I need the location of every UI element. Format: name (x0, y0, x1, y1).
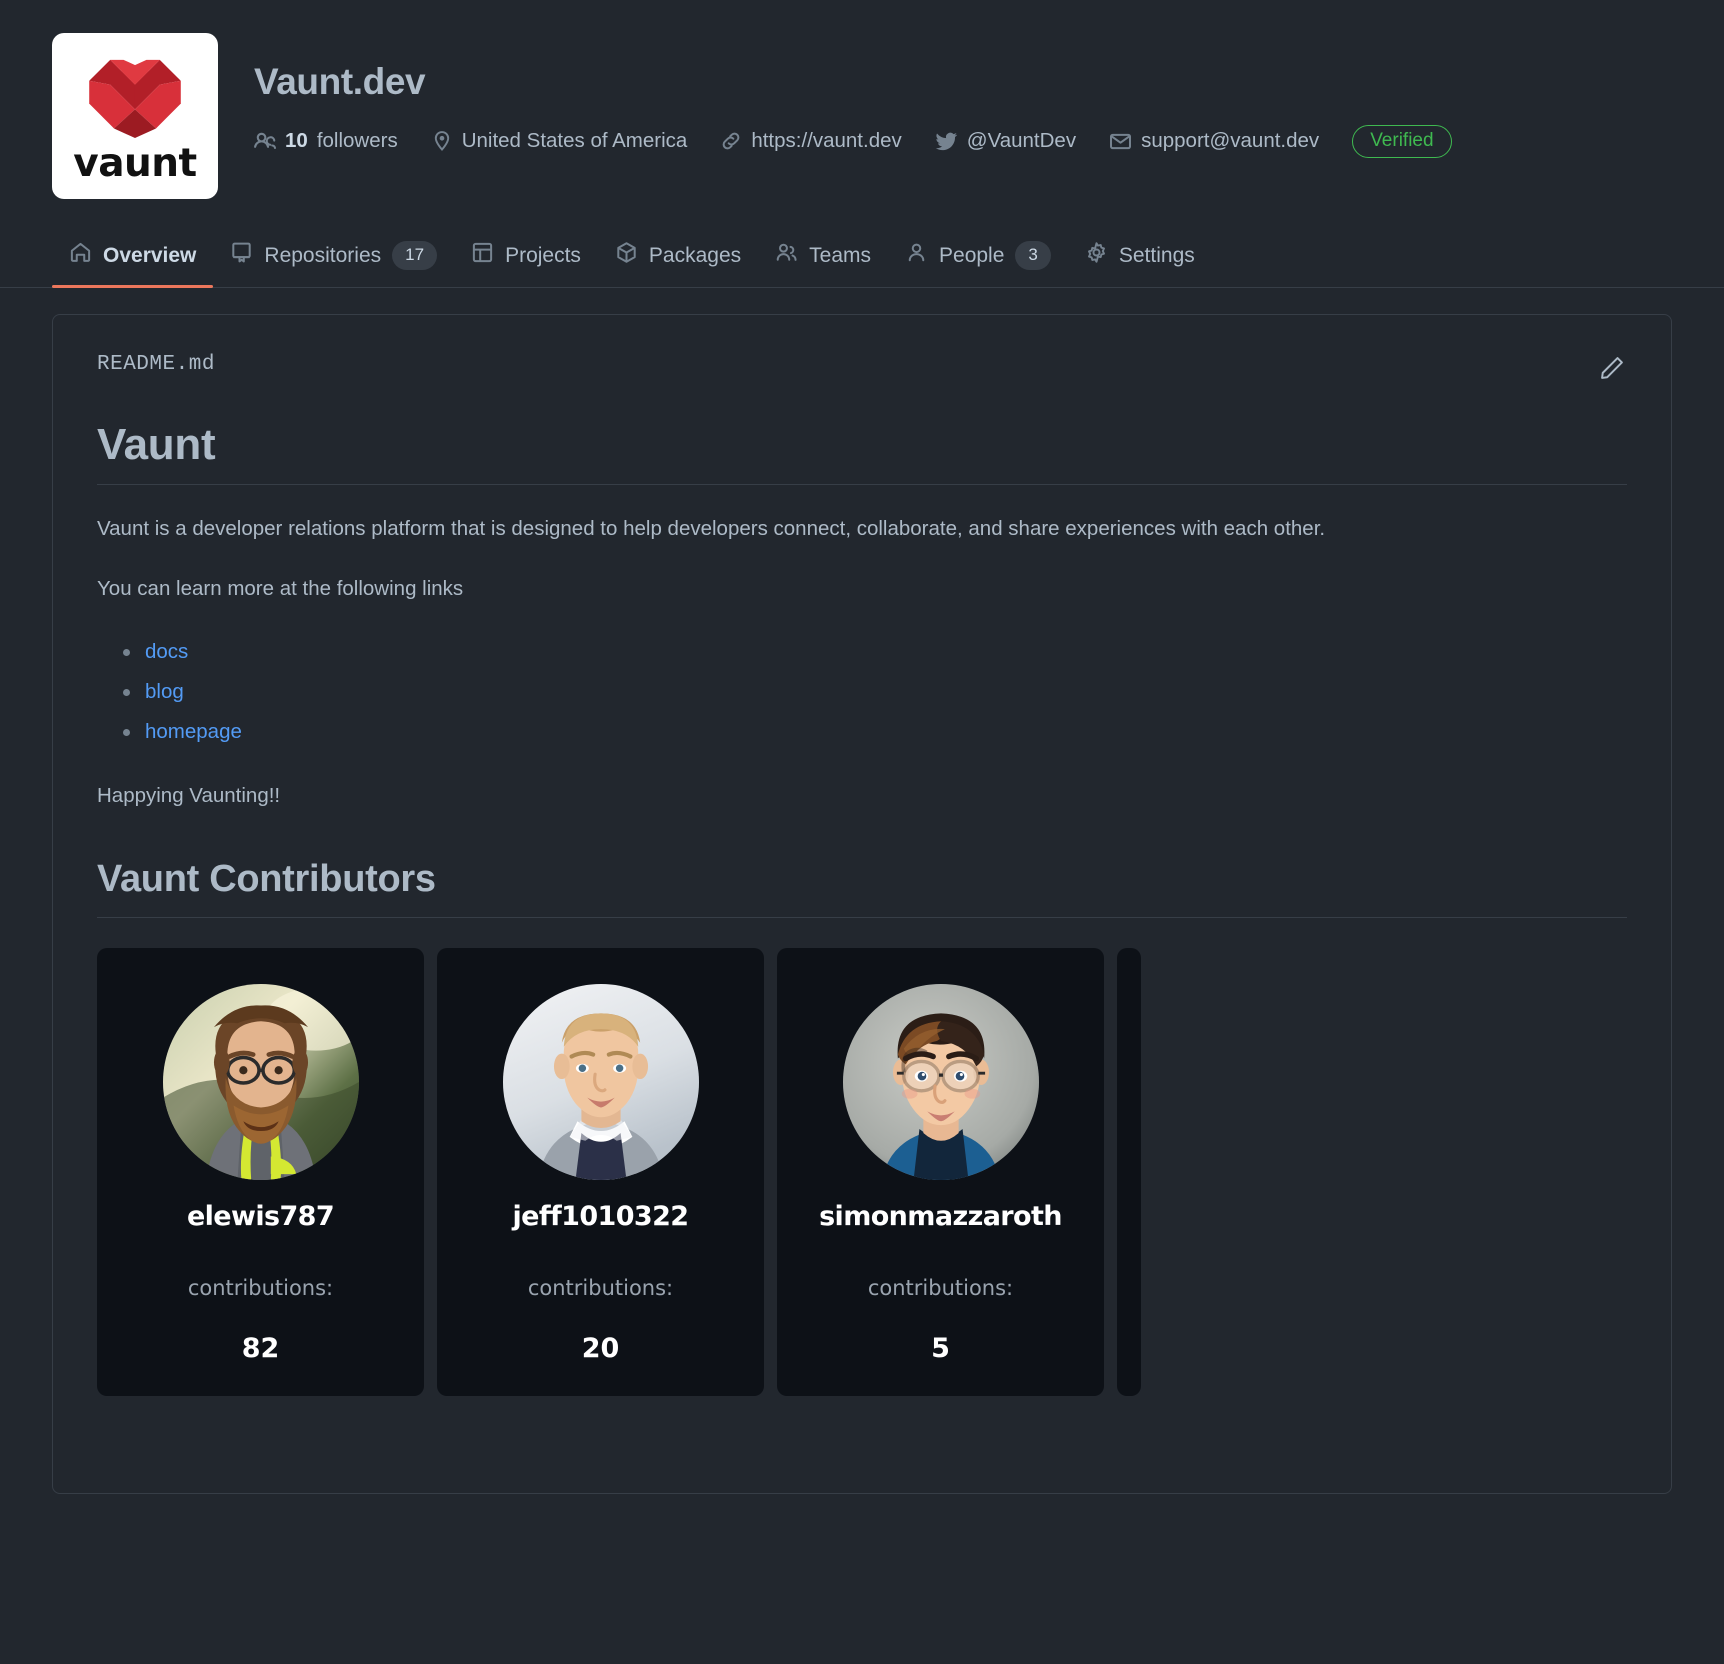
list-item: docs (123, 632, 1627, 672)
tab-projects[interactable]: Projects (454, 229, 598, 287)
repo-icon (230, 241, 253, 270)
link-icon (720, 130, 742, 152)
gear-icon (1085, 241, 1108, 270)
tab-settings-label: Settings (1118, 243, 1195, 267)
organization-meta-row: 10 followers United States of America ht… (254, 124, 1452, 159)
twitter-handle: @VauntDev (966, 129, 1077, 153)
list-item: homepage (123, 712, 1627, 752)
people-icon (254, 130, 276, 152)
link-docs[interactable]: docs (145, 640, 188, 663)
tab-repositories[interactable]: Repositories 17 (213, 229, 454, 287)
pencil-icon (1599, 357, 1625, 385)
vaunt-heart-logo-icon (89, 59, 181, 138)
avatar (502, 984, 699, 1181)
contributor-card[interactable]: elewis787 contributions: 82 (97, 948, 424, 1397)
tab-repositories-label: Repositories (264, 243, 382, 267)
website-text: https://vaunt.dev (751, 129, 902, 153)
contributor-username: simonmazzaroth (819, 1201, 1062, 1233)
email-link[interactable]: support@vaunt.dev (1109, 129, 1319, 153)
twitter-bird-icon (935, 130, 958, 153)
contributor-username: jeff1010322 (512, 1201, 690, 1233)
readme-header: README.md (97, 353, 1627, 388)
envelope-icon (1109, 130, 1132, 153)
tab-packages-label: Packages (648, 243, 742, 267)
email-text: support@vaunt.dev (1141, 129, 1320, 153)
contributions-label: contributions: (187, 1275, 334, 1300)
link-homepage[interactable]: homepage (145, 720, 242, 743)
contributor-card-partial[interactable] (1117, 948, 1141, 1397)
contributions-label: contributions: (867, 1275, 1014, 1300)
readme-paragraph-3: Happying Vaunting!! (97, 783, 281, 807)
repositories-count: 17 (392, 241, 438, 270)
location-item: United States of America (431, 129, 688, 153)
readme-heading: Vaunt (97, 420, 1627, 485)
twitter-link[interactable]: @VauntDev (935, 129, 1076, 153)
avatar-illustration-glasses-man (842, 984, 1039, 1181)
contributor-card[interactable]: jeff1010322 contributions: 20 (437, 948, 764, 1397)
contributions-label: contributions: (527, 1275, 674, 1300)
person-icon (905, 241, 928, 270)
project-board-icon (471, 241, 494, 270)
organization-info: Vaunt.dev 10 followers United States of … (254, 33, 1452, 159)
readme-paragraph-2: You can learn more at the following link… (97, 577, 464, 601)
contributions-value: 5 (931, 1332, 950, 1364)
tab-overview-label: Overview (103, 243, 197, 267)
edit-readme-button[interactable] (1597, 353, 1627, 388)
readme-link-list: docs blog homepage (97, 632, 1627, 752)
contributions-value: 20 (581, 1332, 620, 1364)
location-text: United States of America (461, 129, 688, 153)
readme-filename: README.md (97, 353, 215, 376)
home-icon (69, 241, 92, 270)
tab-projects-label: Projects (505, 243, 581, 267)
link-blog[interactable]: blog (145, 680, 184, 703)
package-cube-icon (615, 241, 638, 270)
contributor-username: elewis787 (186, 1201, 335, 1233)
tab-people-label: People (939, 243, 1005, 267)
contributors-row: elewis787 contributions: 82 jeff1010322 … (97, 948, 1627, 1397)
contributions-value: 82 (241, 1332, 280, 1364)
organization-header: vaunt Vaunt.dev 10 followers United Stat… (0, 0, 1724, 199)
tab-people[interactable]: People 3 (888, 229, 1068, 287)
followers-label: followers (316, 129, 398, 153)
tab-overview[interactable]: Overview (52, 229, 214, 288)
followers-count: 10 (285, 129, 308, 153)
page-title: Vaunt.dev (254, 61, 426, 102)
organization-nav: Overview Repositories 17 Projects Packag… (0, 229, 1724, 288)
tab-teams-label: Teams (809, 243, 872, 267)
avatar (162, 984, 359, 1181)
readme-paragraph-1: Vaunt is a developer relations platform … (97, 517, 1326, 540)
contributor-card[interactable]: simonmazzaroth contributions: 5 (777, 948, 1104, 1397)
list-item: blog (123, 672, 1627, 712)
organization-logo: vaunt (52, 33, 218, 199)
verified-badge: Verified (1352, 124, 1452, 159)
vaunt-wordmark: vaunt (73, 140, 197, 186)
avatar-photo-short-hair-man (502, 984, 699, 1181)
readme-panel: README.md Vaunt Vaunt is a developer rel… (52, 314, 1672, 1494)
website-link[interactable]: https://vaunt.dev (720, 129, 902, 153)
followers-link[interactable]: 10 followers (254, 129, 398, 153)
location-pin-icon (431, 130, 453, 152)
contributors-heading: Vaunt Contributors (97, 858, 1627, 919)
people-count: 3 (1015, 241, 1051, 270)
github-org-overview-page: vaunt Vaunt.dev 10 followers United Stat… (0, 0, 1724, 1664)
people-icon (775, 241, 798, 270)
avatar (842, 984, 1039, 1181)
avatar-photo-bearded-man (162, 984, 359, 1181)
tab-settings[interactable]: Settings (1068, 229, 1212, 287)
tab-packages[interactable]: Packages (598, 229, 758, 287)
tab-teams[interactable]: Teams (758, 229, 888, 287)
